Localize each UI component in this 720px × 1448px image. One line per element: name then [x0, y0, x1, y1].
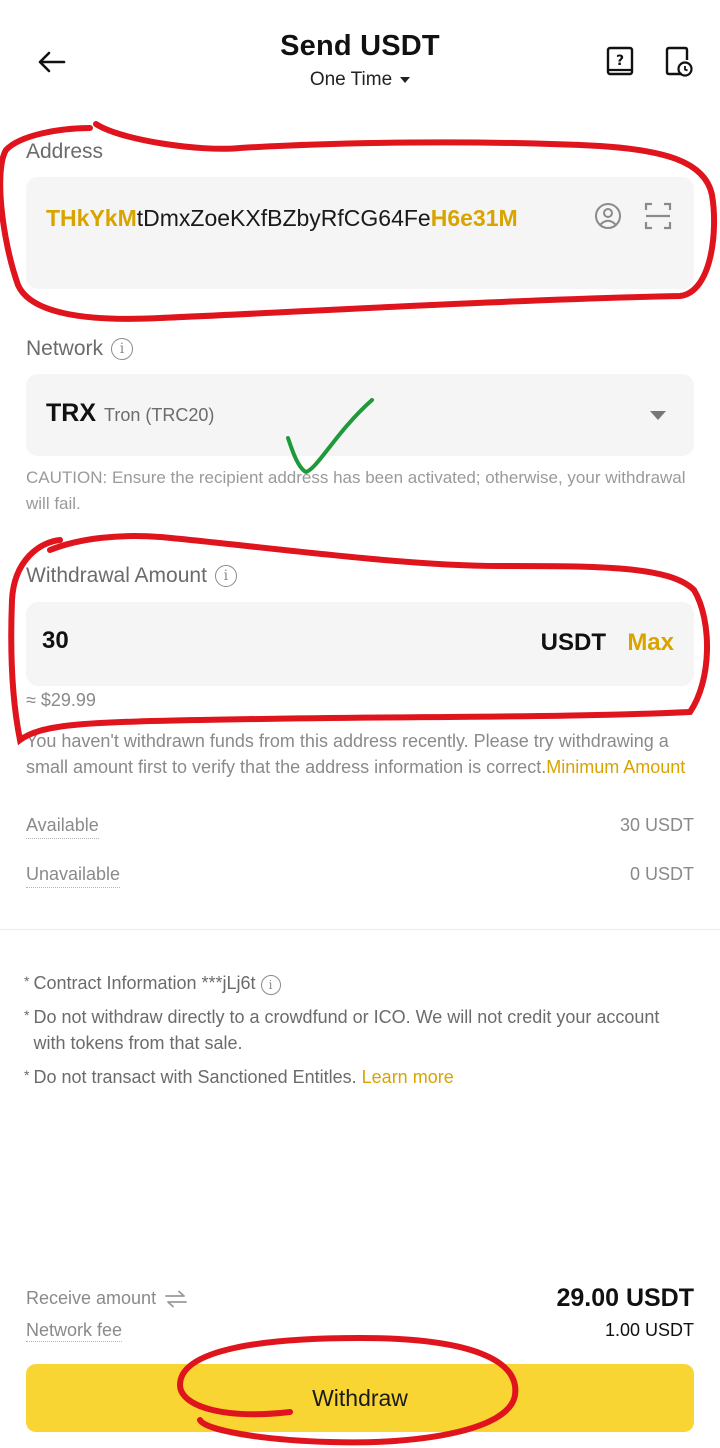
asterisk: *	[24, 1067, 30, 1083]
network-name: Tron (TRC20)	[104, 405, 215, 425]
sanctioned-note-text: Do not transact with Sanctioned Entitles…	[33, 1064, 453, 1090]
network-label-text: Network	[26, 337, 104, 360]
network-fee-value: 1.00 USDT	[604, 1320, 694, 1340]
network-selector[interactable]: TRX Tron (TRC20)	[26, 374, 694, 456]
receive-amount-value: 29.00 USDT	[556, 1284, 694, 1312]
crowdfund-note: * Do not withdraw directly to a crowdfun…	[24, 1004, 694, 1056]
asterisk: *	[24, 973, 30, 989]
address-suffix: H6e31M	[430, 205, 518, 231]
amount-unit: USDT	[540, 629, 606, 656]
contract-note-text: Contract Information ***jLj6t i	[33, 970, 281, 996]
asterisk: *	[24, 1007, 30, 1023]
scan-icon[interactable]	[641, 199, 675, 233]
history-doc-icon[interactable]	[660, 44, 696, 80]
address-middle: tDmxZoeKXfBZbyRfCG64Fe	[136, 205, 431, 231]
receive-label-text: Receive amount	[26, 1288, 157, 1308]
mode-selector[interactable]: One Time	[309, 69, 411, 91]
learn-more-link[interactable]: Learn more	[362, 1067, 454, 1087]
contact-icon[interactable]	[591, 199, 625, 233]
minimum-amount-link[interactable]: Minimum Amount	[546, 757, 685, 777]
available-label[interactable]: Available	[26, 815, 99, 839]
network-fee-label[interactable]: Network fee	[26, 1320, 123, 1342]
address-prefix: THkYkM	[46, 205, 137, 231]
network-label: Network i	[26, 337, 134, 361]
sanctioned-note: * Do not transact with Sanctioned Entitl…	[24, 1064, 694, 1090]
max-button[interactable]: Max	[627, 629, 674, 657]
send-usdt-page: Send USDT One Time ? Address THkYkMtDmxZ…	[0, 0, 720, 1448]
network-code: TRX	[46, 399, 96, 427]
contract-note: * Contract Information ***jLj6t i	[24, 970, 694, 996]
network-fee-row: Network fee 1.00 USDT	[26, 1320, 694, 1342]
address-field[interactable]: THkYkMtDmxZoeKXfBZbyRfCG64FeH6e31M	[26, 177, 694, 289]
unavailable-row: Unavailable 0 USDT	[26, 864, 694, 888]
header: Send USDT One Time ?	[0, 0, 720, 110]
receive-amount-row: Receive amount 29.00 USDT	[26, 1284, 694, 1313]
caret-down-icon	[400, 77, 411, 83]
unavailable-value: 0 USDT	[629, 864, 694, 884]
approx-fiat-value: ≈ $29.99	[26, 690, 96, 710]
amount-label: Withdrawal Amount i	[26, 564, 237, 588]
contract-info-text: Contract Information ***jLj6t	[33, 973, 256, 993]
footnotes: * Contract Information ***jLj6t i * Do n…	[24, 970, 694, 1098]
divider	[0, 929, 720, 930]
address-value: THkYkMtDmxZoeKXfBZbyRfCG64FeH6e31M	[46, 201, 566, 236]
caret-down-icon	[650, 411, 666, 420]
amount-field[interactable]: 30 USDT Max	[26, 602, 694, 686]
network-caution: CAUTION: Ensure the recipient address ha…	[26, 468, 686, 513]
info-icon[interactable]: i	[111, 338, 134, 360]
address-label: Address	[26, 140, 103, 164]
amount-label-text: Withdrawal Amount	[26, 564, 207, 587]
info-icon[interactable]: i	[214, 565, 237, 587]
receive-amount-label: Receive amount	[26, 1288, 188, 1309]
address-label-text: Address	[26, 140, 104, 163]
available-value: 30 USDT	[619, 815, 694, 835]
swap-arrows-icon[interactable]	[164, 1290, 188, 1308]
crowdfund-note-text: Do not withdraw directly to a crowdfund …	[33, 1007, 660, 1053]
available-row: Available 30 USDT	[26, 815, 694, 839]
unavailable-label[interactable]: Unavailable	[26, 864, 121, 888]
info-icon[interactable]: i	[260, 975, 281, 995]
first-withdrawal-notice: You haven't withdrawn funds from this ad…	[26, 728, 696, 780]
mode-label: One Time	[309, 69, 393, 90]
sanctioned-text: Do not transact with Sanctioned Entitles…	[33, 1067, 357, 1087]
amount-input[interactable]: 30	[42, 627, 342, 655]
svg-text:?: ?	[616, 53, 624, 69]
question-book-icon[interactable]: ?	[602, 44, 638, 80]
withdraw-button[interactable]: Withdraw	[26, 1364, 694, 1432]
